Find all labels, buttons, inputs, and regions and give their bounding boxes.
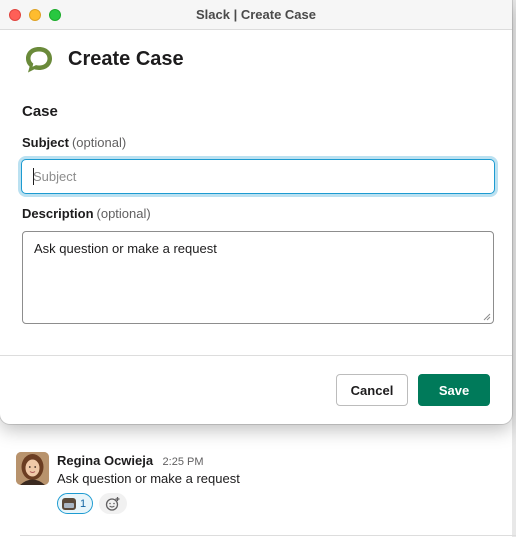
message-divider	[20, 535, 516, 536]
resize-grip-icon[interactable]	[483, 313, 491, 321]
message-timestamp[interactable]: 2:25 PM	[163, 456, 204, 468]
description-label-text: Description	[22, 206, 94, 221]
subject-label: Subject (optional)	[22, 135, 126, 150]
subject-label-text: Subject	[22, 135, 69, 150]
message-text: Ask question or make a request	[57, 471, 240, 486]
laptop-emoji-icon	[62, 497, 76, 510]
reaction-pill[interactable]: 1	[57, 493, 94, 514]
section-heading: Case	[22, 103, 58, 120]
avatar[interactable]	[16, 452, 49, 485]
reaction-count: 1	[80, 497, 87, 510]
create-case-window: Slack | Create Case Create Case Case Sub…	[0, 0, 512, 424]
cancel-button[interactable]: Cancel	[336, 374, 408, 406]
add-reaction-icon	[105, 496, 120, 511]
description-textarea[interactable]: Ask question or make a request	[22, 231, 494, 324]
background-edge	[512, 0, 516, 537]
avatar-portrait-icon	[16, 452, 49, 485]
text-caret	[33, 168, 34, 185]
window-title: Slack | Create Case	[196, 7, 316, 22]
add-reaction-button[interactable]	[99, 493, 127, 514]
window-titlebar[interactable]: Slack | Create Case	[0, 0, 512, 30]
subject-optional-note: (optional)	[71, 135, 127, 150]
description-value: Ask question or make a request	[34, 241, 217, 256]
modal-title: Create Case	[68, 48, 184, 70]
message-header: Regina Ocwieja 2:25 PM	[57, 452, 204, 470]
save-button[interactable]: Save	[418, 374, 490, 406]
description-optional-note: (optional)	[96, 206, 151, 221]
message-author[interactable]: Regina Ocwieja	[57, 453, 153, 468]
description-label: Description (optional)	[22, 206, 151, 221]
footer-divider	[0, 355, 512, 356]
chat-bubble-logo-icon	[24, 45, 54, 75]
subject-input[interactable]	[21, 159, 495, 194]
